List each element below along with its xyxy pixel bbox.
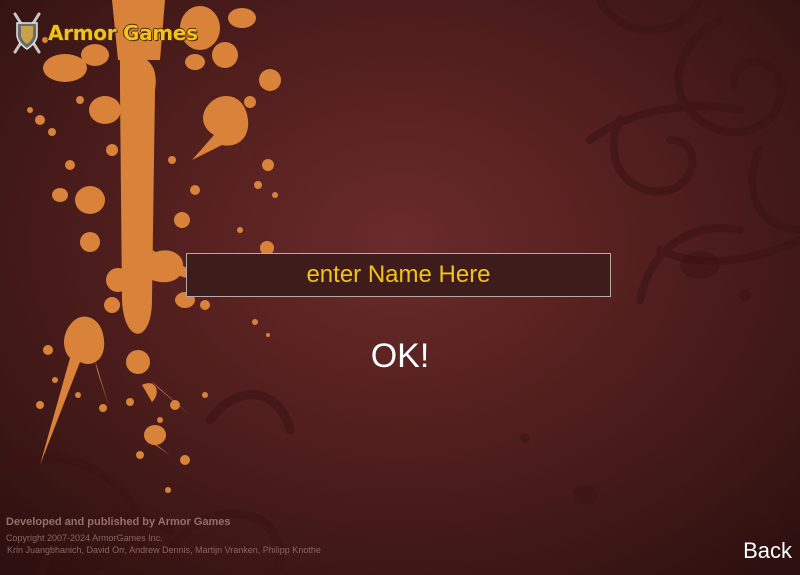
armor-games-logo[interactable]: Armor Games <box>12 10 198 56</box>
shield-swords-icon <box>13 12 41 54</box>
credits-developed: Developed and published by Armor Games <box>6 516 231 528</box>
credits: Developed and published by Armor Games C… <box>6 516 321 555</box>
credits-copyright: Copyright 2007-2024 ArmorGames Inc. <box>6 533 163 543</box>
ok-button[interactable]: OK! <box>340 334 460 378</box>
game-screen: Armor Games OK! Back Developed and publi… <box>0 0 800 575</box>
logo-text: Armor Games <box>48 21 198 45</box>
back-button[interactable]: Back <box>743 536 792 566</box>
player-name-input[interactable] <box>186 253 611 297</box>
credits-authors: Krin Juangbhanich, David Orr, Andrew Den… <box>7 545 321 555</box>
